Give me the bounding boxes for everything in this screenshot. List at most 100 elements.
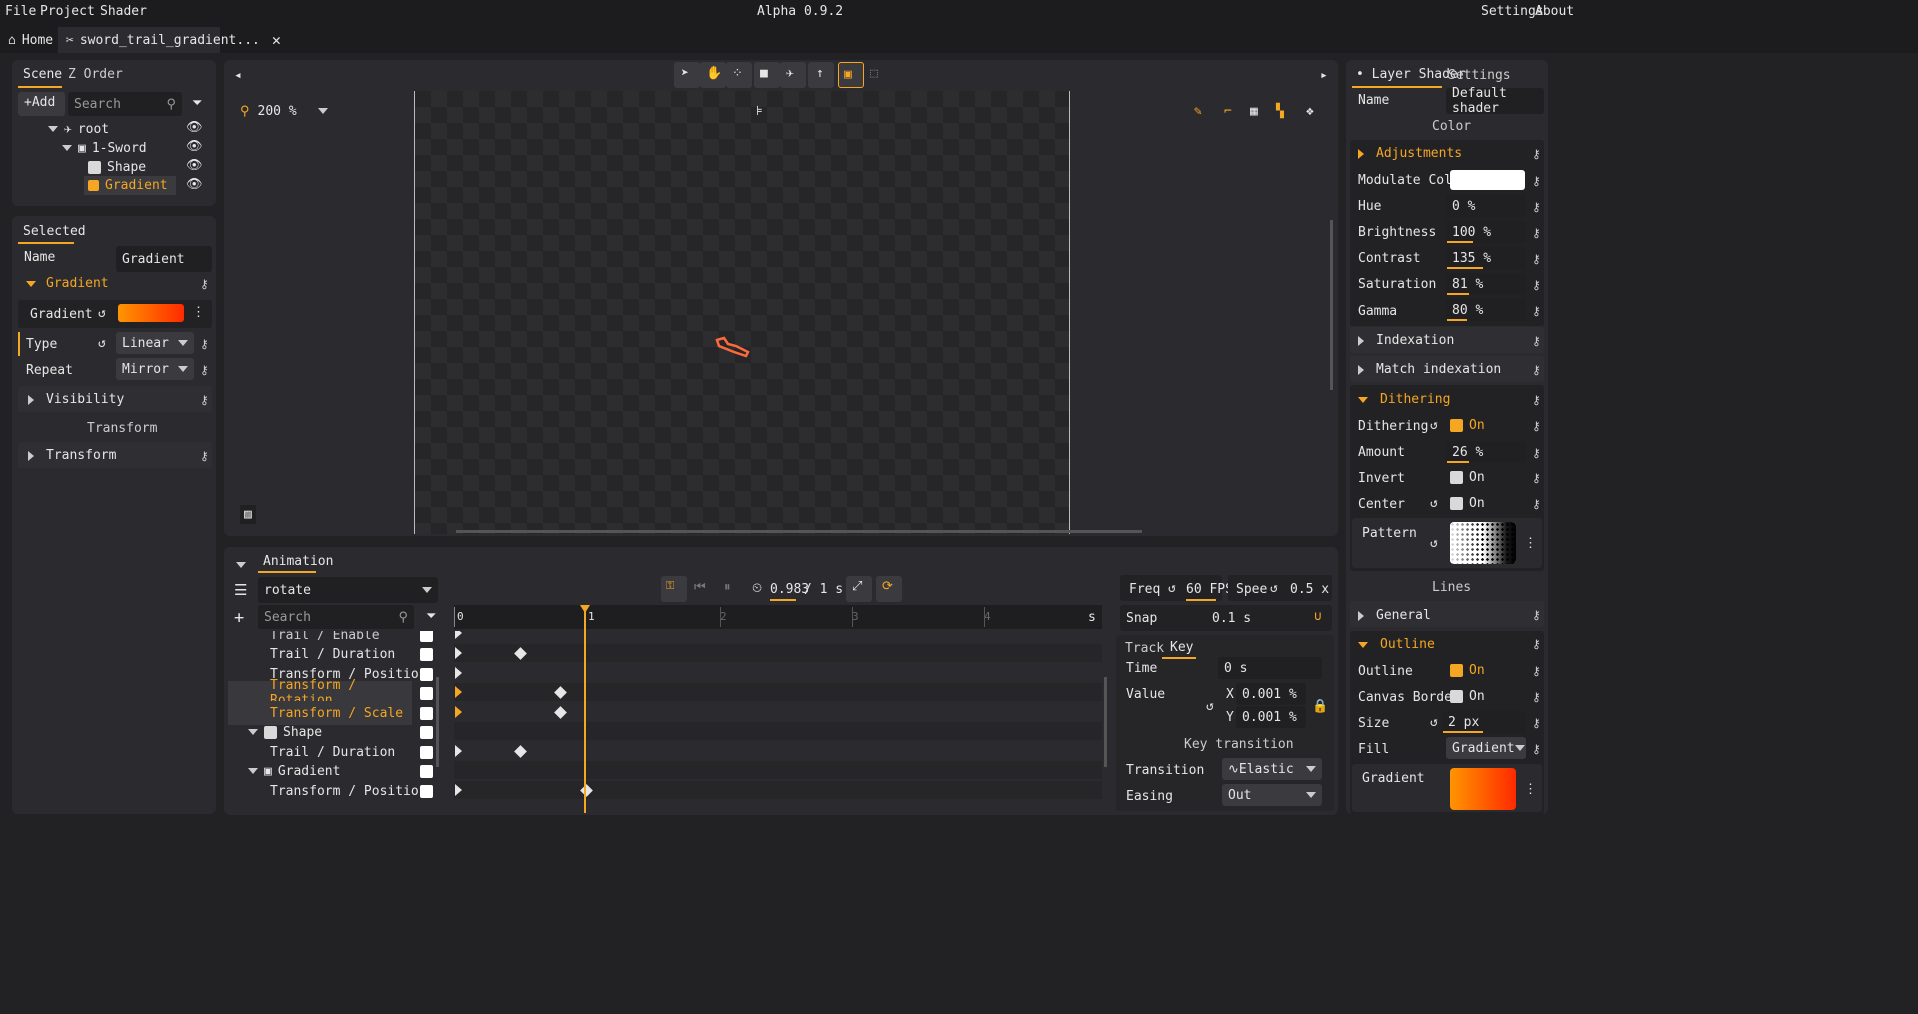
- rect-tool-button[interactable]: ■: [754, 62, 780, 88]
- track-label[interactable]: Trail / Enable: [270, 631, 380, 643]
- reset-icon[interactable]: ↺: [1430, 536, 1438, 551]
- magnet-icon[interactable]: ∪: [1314, 609, 1322, 624]
- pin-tool-button[interactable]: ↑: [808, 62, 834, 88]
- saturation-input[interactable]: 81 %: [1446, 273, 1526, 295]
- match-indexation-section[interactable]: Match indexation: [1358, 362, 1501, 377]
- grid-icon[interactable]: ▦: [1250, 104, 1258, 119]
- brightness-input[interactable]: 100 %: [1446, 221, 1526, 243]
- axis-icon[interactable]: ⌐: [1224, 104, 1232, 119]
- time-ruler[interactable]: [454, 605, 1102, 629]
- amount-input[interactable]: 26 %: [1446, 441, 1526, 463]
- zoom-select[interactable]: ⚲ 200 %: [234, 98, 334, 124]
- outline-toggle[interactable]: On: [1450, 663, 1485, 678]
- lanes-scrollbar[interactable]: [1104, 677, 1107, 767]
- tab-home[interactable]: ⌂ Home: [0, 27, 61, 53]
- frame-tool-button[interactable]: ▣: [838, 62, 864, 88]
- track-enabled-checkbox[interactable]: [420, 725, 433, 739]
- key-icon[interactable]: ⚷: [1532, 446, 1544, 462]
- key-icon[interactable]: ⚷: [1532, 334, 1544, 350]
- crop-tool-button[interactable]: ⬚: [864, 62, 890, 88]
- track-group-label[interactable]: Gradient: [278, 764, 341, 779]
- key-icon[interactable]: ⚷: [1532, 742, 1544, 758]
- dithering-section[interactable]: Dithering: [1358, 392, 1450, 407]
- track-label[interactable]: Transform / Scale: [270, 706, 403, 721]
- freq-value[interactable]: 60 FPS: [1186, 582, 1233, 597]
- key-icon[interactable]: ⚷: [200, 449, 212, 465]
- transform-section[interactable]: Transform: [28, 448, 116, 463]
- more-icon[interactable]: ⋮: [1524, 782, 1537, 797]
- track-enabled-checkbox[interactable]: [420, 764, 433, 778]
- track-search-input[interactable]: Search ⚲: [258, 605, 414, 629]
- visibility-section[interactable]: Visibility: [28, 392, 124, 407]
- tree-item-sword[interactable]: ▣ 1-Sword: [62, 139, 147, 157]
- eye-icon[interactable]: 👁: [186, 120, 203, 135]
- outline-section[interactable]: Outline: [1358, 637, 1435, 652]
- select-tool-button[interactable]: ➤: [674, 62, 700, 88]
- menu-icon[interactable]: ☰: [234, 581, 247, 599]
- contrast-input[interactable]: 135 %: [1446, 247, 1526, 269]
- y-input[interactable]: 0.001 %: [1236, 706, 1306, 728]
- easing-select[interactable]: Out: [1222, 784, 1322, 806]
- key-icon[interactable]: ⚷: [1532, 471, 1544, 487]
- lock-icon[interactable]: 🔒: [1312, 699, 1328, 714]
- dithering-toggle[interactable]: On: [1450, 418, 1485, 433]
- rocket-tool-button[interactable]: ✈: [780, 62, 806, 88]
- more-icon[interactable]: ⋮: [192, 305, 205, 320]
- close-icon[interactable]: ✕: [272, 31, 281, 49]
- tab-shader-settings[interactable]: Settings: [1448, 68, 1511, 83]
- record-button[interactable]: ⚿: [661, 576, 687, 602]
- animation-tab[interactable]: Animation: [263, 554, 333, 569]
- adjustments-section[interactable]: Adjustments: [1358, 146, 1462, 161]
- transition-select[interactable]: ∿ Elastic: [1222, 758, 1322, 780]
- skip-start-button[interactable]: ⏮: [688, 576, 714, 602]
- pattern-icon[interactable]: ▨: [240, 505, 256, 524]
- tab-key[interactable]: Key: [1170, 640, 1193, 655]
- eye-icon[interactable]: 👁: [186, 139, 203, 154]
- viewport-v-scrollbar[interactable]: [1330, 220, 1333, 390]
- plus-icon[interactable]: +: [234, 608, 244, 628]
- indexation-section[interactable]: Indexation: [1358, 333, 1454, 348]
- type-select[interactable]: Linear: [116, 332, 194, 354]
- tab-track[interactable]: Track: [1125, 641, 1164, 656]
- track-enabled-checkbox[interactable]: [420, 687, 433, 700]
- reset-icon[interactable]: ↺: [1270, 581, 1278, 596]
- tab-scene[interactable]: Scene: [23, 67, 62, 82]
- checker-icon[interactable]: ▚: [1276, 104, 1284, 119]
- key-icon[interactable]: ⚷: [200, 393, 212, 409]
- key-icon[interactable]: ⚷: [1532, 419, 1544, 435]
- reset-icon[interactable]: ↺: [98, 306, 106, 321]
- track-label[interactable]: Transform / Position: [270, 784, 427, 799]
- key-icon[interactable]: ⚷: [1532, 304, 1544, 320]
- key-icon[interactable]: ⚷: [1532, 690, 1544, 706]
- track-group-label[interactable]: Shape: [283, 725, 322, 740]
- pan-tool-button[interactable]: ✋: [700, 62, 726, 88]
- key-icon[interactable]: ⚷: [1532, 174, 1544, 190]
- track-enabled-checkbox[interactable]: [420, 784, 433, 798]
- track-enabled-checkbox[interactable]: [420, 667, 433, 681]
- keyframe[interactable]: [554, 706, 567, 719]
- gamma-input[interactable]: 80 %: [1446, 299, 1526, 321]
- key-icon[interactable]: ⚷: [1532, 200, 1544, 216]
- eye-icon[interactable]: 👁: [186, 177, 203, 192]
- menu-shader[interactable]: Shader: [100, 4, 147, 19]
- modulate-color-swatch[interactable]: [1450, 170, 1525, 190]
- key-icon[interactable]: ⚷: [1532, 497, 1544, 513]
- more-icon[interactable]: ⋮: [1524, 536, 1537, 551]
- key-icon[interactable]: ⚷: [200, 363, 212, 379]
- filter-icon[interactable]: ⏷: [426, 609, 436, 624]
- x-input[interactable]: 0.001 %: [1236, 683, 1306, 705]
- key-icon[interactable]: ⚷: [1532, 608, 1544, 624]
- reset-icon[interactable]: ↺: [1430, 418, 1438, 433]
- size-input[interactable]: 2 px: [1442, 711, 1526, 733]
- chevron-left-icon[interactable]: ◂: [234, 68, 242, 83]
- track-enabled-checkbox[interactable]: [420, 707, 433, 720]
- repeat-select[interactable]: Mirror: [116, 358, 194, 380]
- tree-item-gradient[interactable]: Gradient: [84, 176, 176, 195]
- point-tool-button[interactable]: ⁘: [726, 62, 752, 88]
- track-enabled-checkbox[interactable]: [420, 745, 433, 759]
- key-icon[interactable]: ⚷: [1532, 664, 1544, 680]
- menu-project[interactable]: Project: [40, 4, 95, 19]
- menu-about[interactable]: About: [1535, 4, 1574, 19]
- snap-value[interactable]: 0.1 s: [1212, 611, 1251, 626]
- gradient-section[interactable]: Gradient: [26, 276, 109, 291]
